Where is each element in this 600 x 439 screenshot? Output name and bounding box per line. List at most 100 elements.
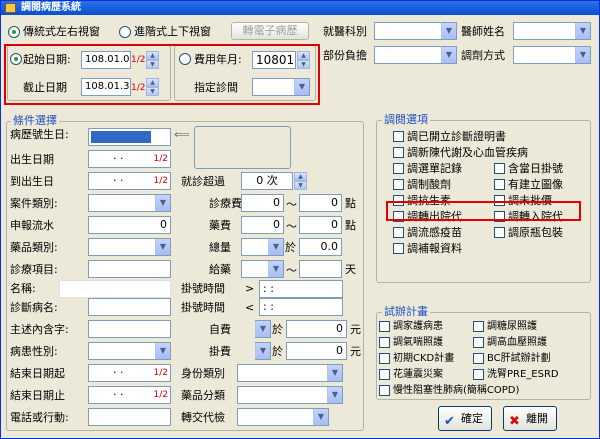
radio-classic-window[interactable] <box>8 26 20 38</box>
option-checkbox[interactable] <box>393 227 404 238</box>
chevron-down-icon: ▼ <box>575 47 590 63</box>
trial-checkbox[interactable] <box>473 353 484 364</box>
radio-advanced-window[interactable] <box>119 26 131 38</box>
options-title: 調閱選項 <box>382 113 430 126</box>
referral-select[interactable]: ▼ <box>237 408 329 426</box>
drug-fee-min-input[interactable]: 0 <box>241 216 284 234</box>
total-op-select[interactable]: ▼ <box>241 238 284 256</box>
report-no-input[interactable]: 0 <box>88 216 171 234</box>
trial-checkbox[interactable] <box>379 385 390 396</box>
gt-sign: > <box>245 282 255 295</box>
trial-checkbox[interactable] <box>473 337 484 348</box>
trial-checkbox[interactable] <box>473 369 484 380</box>
phone-input[interactable] <box>88 408 171 426</box>
chevron-down-icon: ▼ <box>155 239 170 255</box>
total-label: 總量 <box>209 241 231 254</box>
option-label: 調新陳代謝及心血管疾病 <box>407 146 528 159</box>
reg-time-from-input[interactable]: : : <box>259 280 343 298</box>
main-contains-input[interactable] <box>88 320 171 338</box>
case-type-select[interactable]: ▼ <box>88 194 171 212</box>
reg-fee-input[interactable]: 0 <box>286 342 347 360</box>
ok-button[interactable]: ✔ 確定 <box>438 406 492 431</box>
drug-type-select[interactable]: ▼ <box>88 238 171 256</box>
drug-class-select[interactable]: ▼ <box>237 386 343 404</box>
reg-fee-op-select[interactable]: ▼ <box>255 342 271 360</box>
option-label: 調選單記錄 <box>407 162 462 175</box>
revisit-input[interactable]: 0 次 <box>241 172 293 190</box>
e-chart-button[interactable]: 轉電子病歷 <box>231 22 309 40</box>
dept-select[interactable]: ▼ <box>374 22 457 40</box>
diag-item-input[interactable] <box>88 260 171 278</box>
end-to-input[interactable]: · · 1/2 <box>88 386 171 404</box>
trial-checkbox[interactable] <box>379 321 390 332</box>
option-checkbox[interactable] <box>494 227 505 238</box>
trial-checkbox[interactable] <box>473 321 484 332</box>
self-pay-op-select[interactable]: ▼ <box>255 320 271 338</box>
revisit-label: 就診超過 <box>181 175 225 188</box>
gender-select[interactable]: ▼ <box>88 342 171 360</box>
prescribe-select[interactable]: ▼ <box>513 46 591 64</box>
arrow-left-icon: ⟸ <box>174 128 190 141</box>
give-days-label: 給藥 <box>209 263 231 276</box>
point-unit: 點 <box>345 197 356 210</box>
give-days-min-select[interactable]: ▼ <box>241 260 284 278</box>
exit-button[interactable]: ✖ 離開 <box>503 406 557 431</box>
option-checkbox[interactable] <box>393 163 404 174</box>
identity-label: 身份類別 <box>181 367 225 380</box>
end-to-calendar-icon[interactable]: 1/2 <box>154 387 168 403</box>
diag-fee-min-input[interactable]: 0 <box>241 194 284 212</box>
trial-label: 洗腎PRE_ESRD <box>487 369 559 380</box>
report-no-label: 申報流水 <box>10 219 54 232</box>
trial-label: 調糖尿照護 <box>487 321 537 332</box>
end-from-label: 結束日期起 <box>10 367 65 380</box>
drug-type-label: 藥品類別: <box>10 241 58 254</box>
birth-calendar-icon[interactable]: 1/2 <box>154 151 168 167</box>
end-to-value: · · <box>113 388 124 401</box>
chart-no-input[interactable] <box>88 128 171 146</box>
trial-checkbox[interactable] <box>379 369 390 380</box>
radio-classic-label: 傳統式左右視窗 <box>23 25 100 38</box>
case-type-label: 案件類別: <box>10 197 58 210</box>
yuan-unit: 元 <box>350 323 361 336</box>
end-from-calendar-icon[interactable]: 1/2 <box>154 365 168 381</box>
give-days-max-input[interactable] <box>299 260 342 278</box>
option-checkbox[interactable] <box>393 147 404 158</box>
trial-checkbox[interactable] <box>379 337 390 348</box>
revisit-spinner[interactable]: ▲ ▼ <box>294 172 307 190</box>
option-label: 調原瓶包裝 <box>508 226 563 239</box>
birth-date-value: · · <box>113 152 124 165</box>
trial-checkbox[interactable] <box>379 353 390 364</box>
option-checkbox[interactable] <box>393 131 404 142</box>
chevron-down-icon: ▼ <box>255 321 270 337</box>
section-select[interactable]: ▼ <box>374 46 457 64</box>
reg-time-to-input[interactable]: : : <box>259 298 343 316</box>
diag-name-input[interactable] <box>88 298 171 316</box>
highlight-box-dates <box>4 44 320 105</box>
photo-button[interactable] <box>194 126 291 169</box>
option-checkbox[interactable] <box>494 179 505 190</box>
option-checkbox[interactable] <box>494 163 505 174</box>
birth-date-input[interactable]: · · 1/2 <box>88 150 171 168</box>
end-from-input[interactable]: · · 1/2 <box>88 364 171 382</box>
exit-button-label: 離開 <box>526 412 548 425</box>
name-input[interactable] <box>59 280 171 298</box>
option-label: 調已開立診斷證明書 <box>407 130 506 143</box>
to-birth-calendar-icon[interactable]: 1/2 <box>154 173 168 189</box>
identity-select[interactable]: ▼ <box>237 364 343 382</box>
self-pay-input[interactable]: 0 <box>286 320 347 338</box>
to-birth-input[interactable]: · · 1/2 <box>88 172 171 190</box>
drug-fee-max-input[interactable]: 0 <box>299 216 342 234</box>
ok-button-label: 確定 <box>461 412 483 425</box>
range-tilde: ～ <box>286 198 297 211</box>
total-input[interactable]: 0.0 <box>299 238 342 256</box>
diag-fee-max-input[interactable]: 0 <box>299 194 342 212</box>
trial-label: 調高血壓照護 <box>487 337 547 348</box>
name-label: 名稱: <box>10 282 36 295</box>
radio-advanced-label: 進階式上下視窗 <box>134 25 211 38</box>
option-checkbox[interactable] <box>393 179 404 190</box>
end-to-label: 結束日期止 <box>10 389 65 402</box>
main-contains-label: 主述內含字: <box>10 323 69 336</box>
option-label: 含當日掛號 <box>508 162 563 175</box>
option-checkbox[interactable] <box>393 243 404 254</box>
doctor-select[interactable]: ▼ <box>513 22 591 40</box>
